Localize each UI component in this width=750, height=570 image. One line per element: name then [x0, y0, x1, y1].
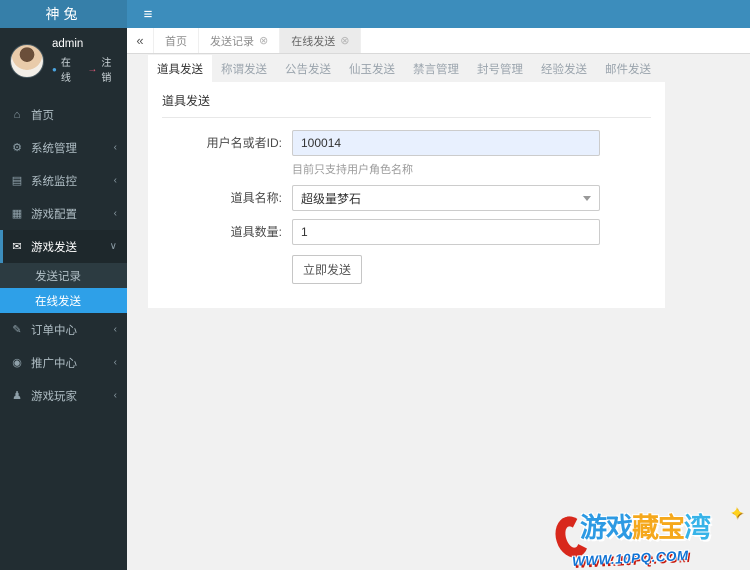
collapse-tabs-icon[interactable]: «: [127, 28, 153, 53]
item-name-label: 道具名称:: [162, 185, 292, 211]
close-tab-icon[interactable]: ⊗: [340, 34, 349, 47]
game-config-icon: ▦: [10, 207, 24, 220]
sidebar-subitem-online-send[interactable]: 在线发送: [0, 288, 127, 313]
watermark-text-treasure: 藏宝: [632, 513, 684, 543]
logout-arrow-icon: →: [87, 64, 97, 75]
item-qty-input[interactable]: [292, 219, 600, 245]
tab-item-send[interactable]: 道具发送: [148, 55, 212, 82]
sidebar-item-promotion-center[interactable]: ◉ 推广中心 ‹: [0, 346, 127, 379]
chevron-left-icon: ‹: [114, 390, 117, 401]
open-tab-send-records[interactable]: 发送记录 ⊗: [198, 28, 279, 53]
home-icon: ⌂: [10, 109, 24, 121]
item-name-select[interactable]: 超级量梦石: [292, 185, 600, 211]
sidebar-subitem-send-records[interactable]: 发送记录: [0, 263, 127, 288]
tab-xianyu-send[interactable]: 仙玉发送: [340, 55, 404, 82]
gear-icon: ⚙: [10, 141, 24, 154]
sidebar-item-home[interactable]: ⌂ 首页: [0, 98, 127, 131]
username-label: 用户名或者ID:: [162, 130, 292, 177]
sidebar-item-system-monitor[interactable]: ▤ 系统监控 ‹: [0, 164, 127, 197]
sidebar: admin ● 在线 → 注销 ⌂ 首页 ⚙ 系统管理 ‹ ▤ 系: [0, 28, 127, 570]
sidebar-item-label: 系统监控: [31, 173, 77, 189]
open-tab-home[interactable]: 首页: [153, 28, 198, 53]
sidebar-item-label: 游戏玩家: [31, 388, 77, 404]
send-icon: ✉: [10, 240, 24, 253]
admin-app: 神兔 ≡ admin ● 在线 → 注销 ⌂ 首页 ⚙: [0, 0, 750, 570]
sidebar-item-label: 订单中心: [31, 322, 77, 338]
hamburger-menu-icon[interactable]: ≡: [127, 0, 169, 28]
watermark-text-bay: 湾: [684, 513, 710, 543]
chevron-left-icon: ‹: [114, 208, 117, 219]
sidebar-item-system-manage[interactable]: ⚙ 系统管理 ‹: [0, 131, 127, 164]
item-name-selected-value: 超级量梦石: [301, 190, 361, 207]
sidebar-item-order-center[interactable]: ✎ 订单中心 ‹: [0, 313, 127, 346]
watermark-url: WWW.10PQ.COM: [572, 548, 689, 569]
item-send-panel: 道具发送 用户名或者ID: 目前只支持用户角色名称 道具名称: 超级量梦石: [148, 82, 665, 308]
chevron-left-icon: ‹: [114, 324, 117, 335]
monitor-icon: ▤: [10, 174, 24, 187]
sidebar-item-game-players[interactable]: ♟ 游戏玩家 ‹: [0, 379, 127, 412]
eye-icon: ◉: [10, 356, 24, 369]
open-tab-online-send[interactable]: 在线发送 ⊗: [279, 28, 361, 53]
sidebar-menu: ⌂ 首页 ⚙ 系统管理 ‹ ▤ 系统监控 ‹ ▦ 游戏配置 ‹ ✉ 游戏发送 ∨: [0, 98, 127, 412]
username-hint: 目前只支持用户角色名称: [292, 161, 600, 177]
logout-link[interactable]: 注销: [101, 54, 119, 84]
panel-title: 道具发送: [162, 82, 651, 118]
watermark-brand-text: 游戏藏宝湾: [580, 506, 710, 545]
sidebar-item-label: 游戏发送: [31, 239, 77, 255]
top-header: ≡: [127, 0, 750, 28]
chevron-left-icon: ‹: [114, 357, 117, 368]
avatar[interactable]: [10, 44, 44, 78]
app-logo[interactable]: 神兔: [0, 0, 127, 28]
user-info: admin ● 在线 → 注销: [52, 38, 119, 84]
chevron-left-icon: ‹: [114, 175, 117, 186]
online-status-label[interactable]: 在线: [61, 54, 79, 84]
send-type-tabs: 道具发送 称谓发送 公告发送 仙玉发送 禁言管理 封号管理 经验发送 邮件发送: [148, 55, 750, 82]
watermark-star-icon: ✦: [730, 504, 744, 524]
item-qty-label: 道具数量:: [162, 219, 292, 245]
open-tabs-bar: « 首页 发送记录 ⊗ 在线发送 ⊗: [127, 28, 750, 54]
pencil-icon: ✎: [10, 323, 24, 336]
tab-mute-manage[interactable]: 禁言管理: [404, 55, 468, 82]
dropdown-caret-icon: [583, 196, 591, 201]
item-send-form: 用户名或者ID: 目前只支持用户角色名称 道具名称: 超级量梦石: [148, 118, 665, 284]
game-send-submenu: 发送记录 在线发送: [0, 263, 127, 313]
sidebar-item-label: 推广中心: [31, 355, 77, 371]
tab-title-send[interactable]: 称谓发送: [212, 55, 276, 82]
sidebar-item-label: 系统管理: [31, 140, 77, 156]
user-name: admin: [52, 38, 119, 50]
tab-mail-send[interactable]: 邮件发送: [596, 55, 660, 82]
tab-announce-send[interactable]: 公告发送: [276, 55, 340, 82]
close-tab-icon[interactable]: ⊗: [259, 34, 268, 47]
sidebar-item-game-send[interactable]: ✉ 游戏发送 ∨: [0, 230, 127, 263]
chevron-down-icon: ∨: [110, 241, 117, 252]
user-panel: admin ● 在线 → 注销: [0, 28, 127, 96]
tab-exp-send[interactable]: 经验发送: [532, 55, 596, 82]
open-tab-label: 在线发送: [291, 33, 335, 49]
main-content: 道具发送 称谓发送 公告发送 仙玉发送 禁言管理 封号管理 经验发送 邮件发送 …: [127, 55, 750, 570]
sidebar-item-game-config[interactable]: ▦ 游戏配置 ‹: [0, 197, 127, 230]
watermark-text-game: 游戏: [580, 513, 632, 543]
username-input[interactable]: [292, 130, 600, 156]
open-tab-label: 首页: [165, 33, 187, 49]
tab-ban-manage[interactable]: 封号管理: [468, 55, 532, 82]
sidebar-item-label: 首页: [31, 107, 54, 123]
site-watermark-logo: 游戏藏宝湾 ✦ WWW.10PQ.COM: [556, 506, 748, 568]
sidebar-item-label: 游戏配置: [31, 206, 77, 222]
open-tab-label: 发送记录: [210, 33, 254, 49]
player-icon: ♟: [10, 389, 24, 402]
online-status-icon: ●: [52, 65, 57, 74]
chevron-left-icon: ‹: [114, 142, 117, 153]
send-now-button[interactable]: 立即发送: [292, 255, 362, 284]
